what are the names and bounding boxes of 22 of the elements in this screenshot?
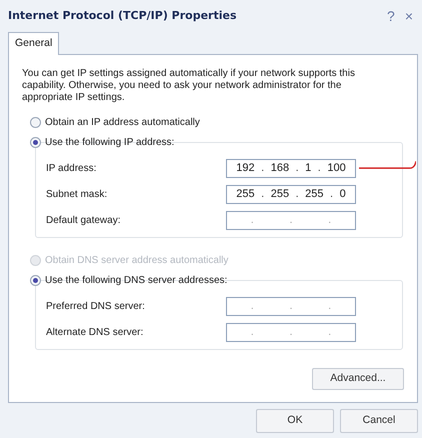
radio-label: Use the following DNS server addresses: [45,274,228,288]
ip-address-field[interactable]: 192 . 168 . 1 . 100 [226,158,356,178]
radio-button[interactable] [30,274,41,286]
radio-label: Use the following IP address: [45,136,174,150]
ip-address-field[interactable]: 255 . 255 . 255 . 0 [226,184,356,204]
close-button[interactable]: × [400,9,418,23]
field-label: Subnet mask: [46,188,108,202]
radio-label: Obtain DNS server address automatically [45,254,228,268]
ok-button[interactable]: OK [256,409,334,433]
advanced-button[interactable]: Advanced... [312,368,404,390]
field-label: Preferred DNS server: [46,300,145,314]
window-title: Internet Protocol (TCP/IP) Properties [8,8,237,24]
intro-text: You can get IP settings assigned automatically if your network supports this capability. Otherwise, you need to ask your network administrator for the appropriate IP settings. [22,68,356,104]
radio-button[interactable] [30,136,41,148]
cancel-button[interactable]: Cancel [340,409,418,433]
field-label: IP address: [46,162,96,176]
field-label: Default gateway: [46,214,120,228]
radio-button[interactable] [30,116,41,128]
tab[interactable]: General [8,32,60,55]
field-label: Alternate DNS server: [46,326,144,340]
help-button[interactable]: ? [382,9,400,23]
radio-label: Obtain an IP address automatically [45,116,200,130]
